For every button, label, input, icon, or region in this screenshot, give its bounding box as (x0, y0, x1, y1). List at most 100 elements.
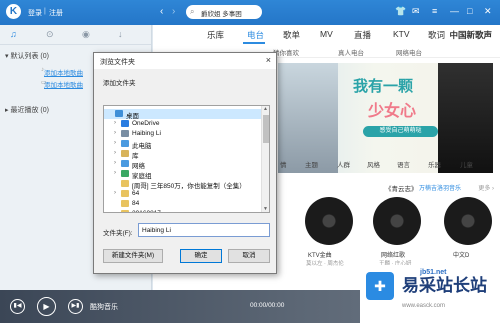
music-tab-icon[interactable]: ♫ (10, 29, 17, 39)
tab-library[interactable]: 乐库 (207, 29, 224, 41)
folder-icon (121, 130, 129, 137)
tree-item[interactable]: 84 (104, 199, 262, 209)
tree-item[interactable]: › 网络 (104, 159, 262, 170)
tree-item-label: 此电脑 (132, 143, 152, 150)
tab-radio[interactable]: 电台 (247, 29, 264, 41)
disc-caption[interactable]: KTV金曲 (308, 250, 332, 259)
expand-chevron-icon[interactable]: › (114, 120, 116, 126)
expand-chevron-icon[interactable]: › (114, 150, 116, 156)
tree-item-label: [周哥] 三年850万，你也能复制（全集） (132, 183, 246, 190)
more-link[interactable]: 更多 › (478, 183, 494, 192)
disc-caption[interactable]: 网络红歌 (381, 250, 405, 259)
dialog-title: 浏览文件夹 (100, 59, 135, 66)
mail-icon[interactable]: ✉ (412, 6, 420, 17)
tree-item[interactable]: [周哥] 三年850万，你也能复制（全集） (104, 179, 262, 190)
tree-item[interactable]: › 家庭组 (104, 169, 262, 180)
category-item[interactable]: 乐器 (428, 159, 441, 169)
category-item[interactable]: 人群 (337, 159, 350, 169)
expand-chevron-icon[interactable]: › (114, 160, 116, 166)
back-arrow-icon[interactable]: ‹ (160, 6, 163, 17)
dialog-titlebar[interactable]: 浏览文件夹 × (94, 53, 276, 69)
dialog-description: 添加文件夹 (103, 80, 136, 87)
tree-item[interactable]: › 此电脑 (104, 139, 262, 150)
subtab-network-radio[interactable]: 网络电台 (396, 47, 422, 57)
tree-item[interactable]: › 64 (104, 189, 262, 199)
folder-icon (121, 140, 129, 147)
download-tab-icon[interactable]: ↓ (118, 29, 123, 39)
tab-mv[interactable]: MV (320, 29, 333, 39)
expand-chevron-icon[interactable]: › (114, 170, 116, 176)
tab-live[interactable]: 直播 (354, 29, 371, 41)
play-icon[interactable]: ▶ (37, 297, 56, 316)
menu-icon[interactable]: ≡ (432, 6, 437, 16)
radio-tab-icon[interactable]: ⊙ (46, 29, 54, 40)
folder-name-input[interactable] (138, 223, 270, 237)
login-separator: | (44, 8, 46, 15)
folder-icon (121, 150, 129, 157)
section-link[interactable]: 万楠吉洛羽音乐 (419, 183, 461, 192)
cancel-button[interactable]: 取消 (228, 249, 270, 263)
ok-button[interactable]: 确定 (180, 249, 222, 263)
tree-scrollbar[interactable]: ▲ ▼ (261, 106, 269, 212)
recent-played-header[interactable]: ▸ 最近播放 (0) (5, 105, 49, 115)
add-local-songs-link[interactable]: 添加本地歌曲 (44, 67, 83, 77)
expand-chevron-icon[interactable]: › (114, 190, 116, 196)
category-item[interactable]: 语言 (397, 159, 410, 169)
tree-item[interactable]: › Haibing Li (104, 129, 262, 139)
login-link[interactable]: 登录 (28, 8, 42, 18)
album-disc[interactable] (444, 197, 492, 245)
banner-cta[interactable]: 感受自己萌萌哒 (363, 126, 438, 137)
default-playlist-header[interactable]: ▾ 默认列表 (0) (5, 51, 49, 61)
folder-icon (115, 110, 123, 117)
category-item[interactable]: 儿童 (460, 159, 473, 169)
previous-icon[interactable]: ▮◀ (10, 299, 25, 314)
tree-item-label: 20160817 (132, 210, 161, 212)
register-link[interactable]: 注册 (49, 8, 63, 18)
tree-item[interactable]: 桌面 (104, 109, 262, 120)
scroll-thumb[interactable] (263, 115, 269, 143)
category-item[interactable]: 主题 (305, 159, 318, 169)
scroll-down-icon[interactable]: ▼ (263, 206, 268, 212)
brand-logo[interactable]: 中国新歌声 (449, 29, 492, 41)
playback-time: 00:00/00:00 (250, 302, 285, 309)
next-icon[interactable]: ▶▮ (68, 299, 83, 314)
broadcast-tab-icon[interactable]: ◉ (82, 29, 90, 40)
watermark-url: www.easck.com (402, 303, 446, 309)
folder-icon (121, 180, 129, 187)
forward-arrow-icon[interactable]: › (172, 6, 175, 17)
tab-playlist[interactable]: 歌单 (283, 29, 300, 41)
now-playing-title: 酷狗音乐 (90, 304, 118, 311)
tree-item[interactable]: › OneDrive (104, 119, 262, 129)
expand-chevron-icon[interactable]: › (114, 140, 116, 146)
scroll-up-icon[interactable]: ▲ (263, 106, 268, 112)
watermark-logo: ✚ (366, 272, 394, 300)
folder-icon (121, 160, 129, 167)
search-input[interactable]: 爵欣姐 多事困 (201, 8, 242, 18)
dialog-close-icon[interactable]: × (266, 55, 271, 65)
promo-banner[interactable]: 我有一颗 少女心 感受自己萌萌哒 (278, 63, 493, 173)
folder-tree[interactable]: 20160817 84 › 64[周哥] 三年850万，你也能复制（全集） › 家庭组 › 网… (103, 105, 270, 213)
new-folder-button[interactable]: 新建文件夹(M) (103, 249, 163, 263)
category-item[interactable]: 风格 (367, 159, 380, 169)
subtab-real-radio[interactable]: 真人电台 (338, 47, 364, 57)
minimize-icon[interactable]: — (450, 6, 459, 16)
tree-item[interactable]: › 库 (104, 149, 262, 160)
disc-caption[interactable]: 中文D (453, 250, 469, 259)
expand-chevron-icon[interactable]: › (114, 130, 116, 136)
close-icon[interactable]: ✕ (484, 6, 492, 17)
search-icon[interactable]: ⌕ (190, 7, 194, 17)
tree-item-label: 库 (132, 153, 139, 160)
shirt-icon[interactable]: 👕 (395, 6, 406, 17)
kugou-logo[interactable]: K (6, 4, 21, 19)
maximize-icon[interactable]: □ (467, 6, 472, 16)
category-item[interactable]: 情 (280, 159, 287, 169)
tree-item[interactable]: 20160817 (104, 209, 262, 212)
add-local-songs-link-2[interactable]: 添加本地歌曲 (44, 79, 83, 89)
banner-subheadline: 少女心 (368, 103, 417, 120)
album-disc[interactable] (305, 197, 353, 245)
tab-ktv[interactable]: KTV (393, 29, 410, 39)
search-box[interactable]: ⌕ 爵欣姐 多事困 (186, 5, 262, 19)
section-title[interactable]: 《青云志》 (385, 183, 418, 193)
album-disc[interactable] (373, 197, 421, 245)
tab-lyrics[interactable]: 歌词 (428, 29, 445, 41)
